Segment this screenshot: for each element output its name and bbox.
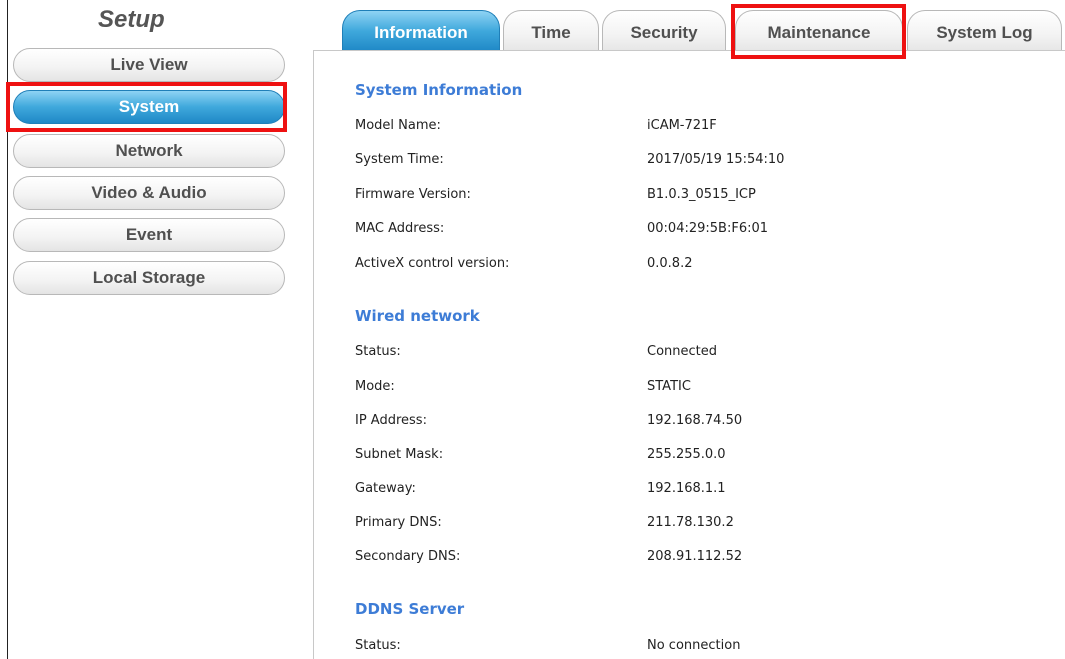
value-firmware-version: B1.0.3_0515_ICP [647,187,756,202]
page-left-border [7,0,8,659]
label-ddns-status: Status: [355,638,401,653]
label-mode: Mode: [355,379,395,394]
sidebar-item-video-audio[interactable]: Video & Audio [13,176,285,210]
section-title-wired-network: Wired network [355,307,480,325]
value-mode: STATIC [647,379,691,394]
label-model-name: Model Name: [355,118,441,133]
label-wired-status: Status: [355,344,401,359]
tab-system-log[interactable]: System Log [907,10,1062,51]
value-mac-address: 00:04:29:5B:F6:01 [647,221,769,236]
tab-time[interactable]: Time [503,10,599,51]
sidebar-item-network[interactable]: Network [13,134,285,168]
value-model-name: iCAM-721F [647,118,717,133]
label-subnet-mask: Subnet Mask: [355,447,444,462]
label-ip-address: IP Address: [355,413,427,428]
label-activex-version: ActiveX control version: [355,256,510,271]
section-title-system-information: System Information [355,81,523,99]
label-mac-address: MAC Address: [355,221,445,236]
label-primary-dns: Primary DNS: [355,515,442,530]
sidebar-item-event[interactable]: Event [13,218,285,252]
value-system-time: 2017/05/19 15:54:10 [647,152,785,167]
value-ip-address: 192.168.74.50 [647,413,743,428]
value-subnet-mask: 255.255.0.0 [647,447,726,462]
value-activex-version: 0.0.8.2 [647,256,693,271]
value-primary-dns: 211.78.130.2 [647,515,734,530]
value-wired-status: Connected [647,344,718,359]
section-title-ddns-server: DDNS Server [355,600,465,618]
label-firmware-version: Firmware Version: [355,187,471,202]
setup-title: Setup [98,6,165,33]
value-secondary-dns: 208.91.112.52 [647,549,743,564]
value-ddns-status: No connection [647,638,741,653]
sidebar-item-local-storage[interactable]: Local Storage [13,261,285,295]
label-gateway: Gateway: [355,481,416,496]
label-secondary-dns: Secondary DNS: [355,549,461,564]
sidebar-item-live-view[interactable]: Live View [13,48,285,82]
tab-information[interactable]: Information [342,10,500,51]
tab-security[interactable]: Security [602,10,726,51]
tab-maintenance[interactable]: Maintenance [735,10,903,51]
label-system-time: System Time: [355,152,444,167]
sidebar-item-system[interactable]: System [13,90,285,124]
value-gateway: 192.168.1.1 [647,481,726,496]
